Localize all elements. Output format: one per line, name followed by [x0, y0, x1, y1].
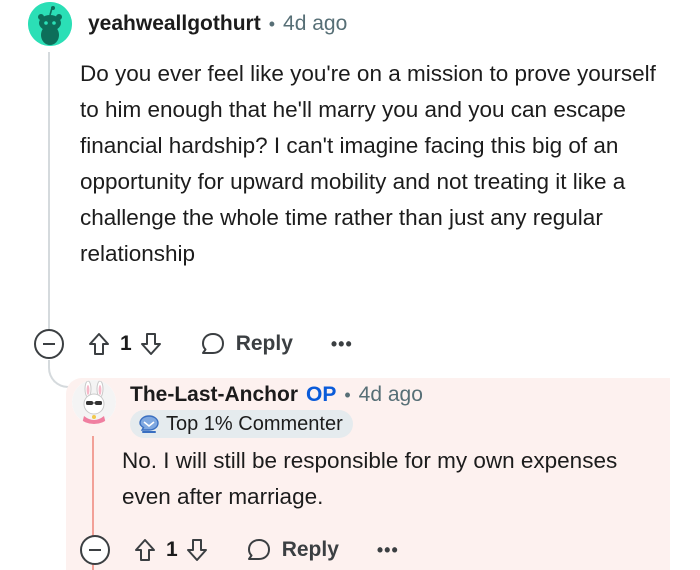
upvote-icon[interactable]	[88, 332, 110, 356]
chat-bubble-icon	[201, 333, 224, 354]
downvote-icon[interactable]	[140, 332, 162, 356]
reply-username[interactable]: The-Last-Anchor	[130, 383, 298, 407]
thread-line[interactable]	[48, 52, 50, 330]
reply-thread-line[interactable]	[92, 436, 94, 536]
comment-actions: 1 Reply •••	[34, 326, 353, 362]
comment-thread: yeahweallgothurt • 4d ago Do you ever fe…	[0, 0, 700, 570]
comment-header: yeahweallgothurt • 4d ago	[88, 10, 347, 38]
collapse-button[interactable]	[34, 329, 64, 359]
flair-label: Top 1% Commenter	[166, 412, 343, 435]
collapse-icon	[43, 343, 55, 345]
chat-bubble-icon	[247, 539, 270, 560]
comment-age[interactable]: 4d ago	[283, 12, 347, 36]
reply-label: Reply	[235, 332, 293, 355]
snoo-avatar-icon[interactable]	[28, 2, 72, 46]
top-commenter-flair-icon	[139, 415, 159, 433]
comment-username[interactable]: yeahweallgothurt	[88, 12, 261, 36]
reply-button[interactable]: Reply	[246, 537, 339, 563]
reply-button[interactable]: Reply	[200, 331, 293, 357]
vote-control: 1	[88, 332, 162, 356]
reply-label: Reply	[281, 538, 339, 561]
more-icon[interactable]: •••	[377, 540, 399, 561]
upvote-icon[interactable]	[134, 538, 156, 562]
reply-body: No. I will still be responsible for my o…	[122, 448, 618, 509]
vote-control: 1	[134, 538, 208, 562]
comment-body: Do you ever feel like you're on a missio…	[80, 61, 656, 266]
downvote-icon[interactable]	[186, 538, 208, 562]
separator-dot: •	[344, 384, 351, 405]
vote-count: 1	[120, 332, 132, 355]
collapse-icon	[89, 549, 101, 551]
reply-actions: 1 Reply •••	[80, 532, 399, 568]
user-flair: Top 1% Commenter	[130, 410, 353, 438]
reply-header: The-Last-Anchor OP • 4d ago	[130, 380, 423, 410]
bunny-avatar-icon[interactable]	[72, 380, 116, 424]
more-icon[interactable]: •••	[331, 334, 353, 355]
separator-dot: •	[268, 13, 276, 34]
op-badge: OP	[306, 383, 337, 406]
collapse-button[interactable]	[80, 535, 110, 565]
vote-count: 1	[166, 538, 178, 561]
reply-age[interactable]: 4d ago	[359, 383, 423, 407]
